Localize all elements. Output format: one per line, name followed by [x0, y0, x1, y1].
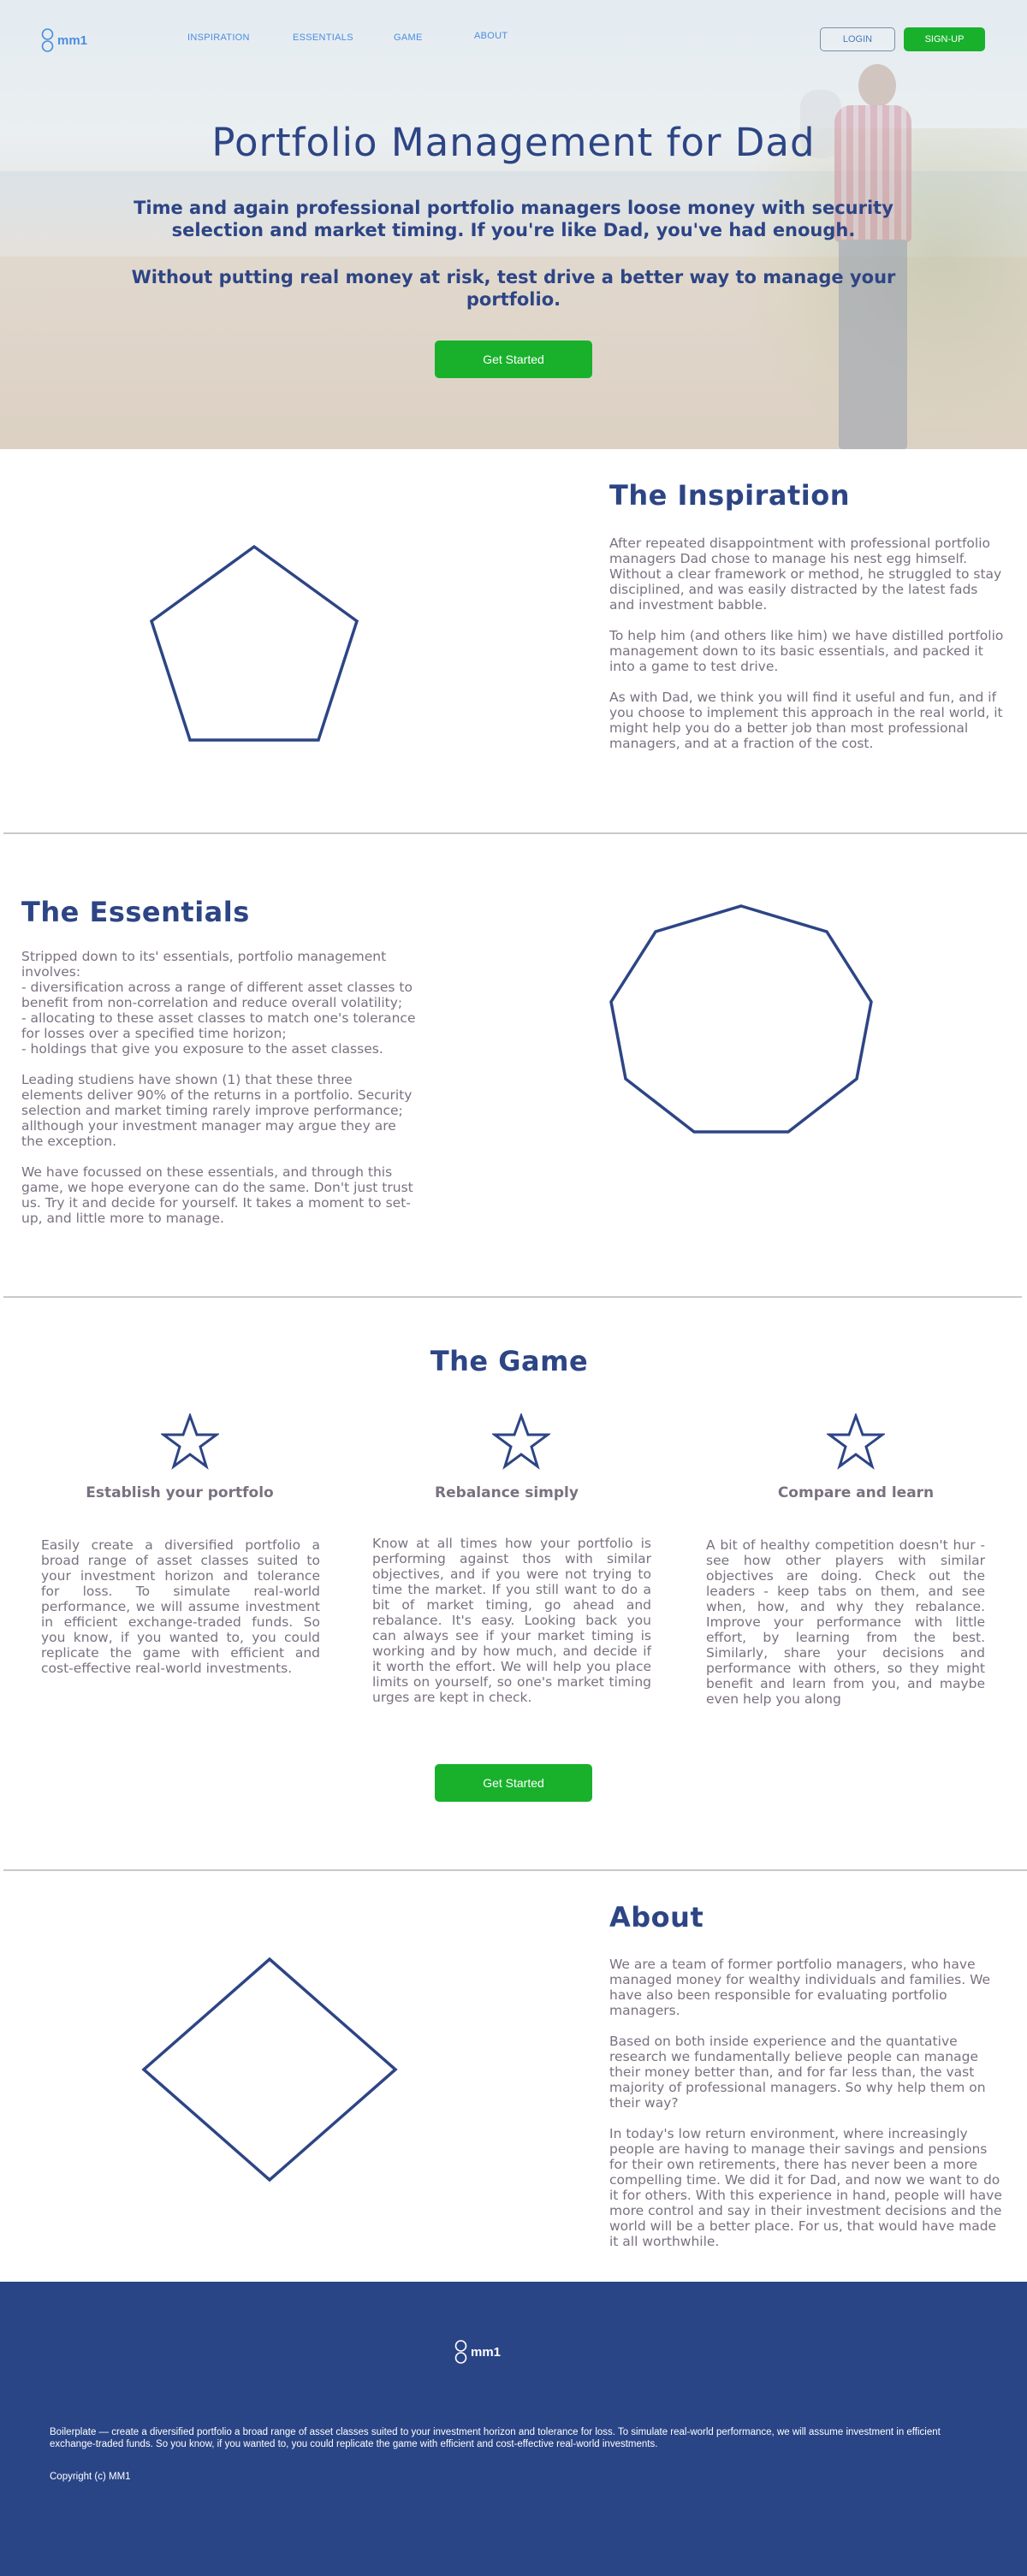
essentials-text: Stripped down to its' essentials, portfo…: [21, 949, 417, 1226]
signup-button[interactable]: SIGN-UP: [904, 27, 985, 51]
footer-copyright: Copyright (c) MM1: [50, 2472, 131, 2482]
feature-text: Know at all times how your portfolio is …: [372, 1536, 651, 1705]
feature-title: Rebalance simply: [435, 1484, 579, 1501]
hero-subtitle-2: Without putting real money at risk, test…: [131, 267, 896, 310]
top-nav: mm1 INSPIRATION ESSENTIALS GAME ABOUT LO…: [0, 0, 1027, 77]
star-icon: [161, 1413, 219, 1470]
nav-link-about[interactable]: ABOUT: [474, 31, 508, 41]
logo-text: mm1: [471, 2344, 502, 2360]
nonagon-icon: [609, 904, 873, 1134]
essentials-intro: Stripped down to its' essentials, portfo…: [21, 949, 417, 1057]
about-section: About We are a team of former portfolio …: [0, 1871, 1027, 2282]
essentials-intro-line: - holdings that give you exposure to the…: [21, 1041, 383, 1057]
inspiration-title: The Inspiration: [609, 479, 850, 512]
nav-link-game[interactable]: GAME: [394, 33, 423, 43]
about-title: About: [609, 1901, 704, 1933]
inspiration-paragraph: As with Dad, we think you will find it u…: [609, 690, 1003, 751]
inspiration-paragraph: After repeated disappointment with profe…: [609, 536, 1002, 613]
essentials-intro-line: Stripped down to its' essentials, portfo…: [21, 949, 387, 980]
hero-title: Portfolio Management for Dad: [211, 120, 816, 165]
about-paragraph: Based on both inside experience and the …: [609, 2034, 986, 2111]
person-icon: [40, 27, 55, 53]
inspiration-text: After repeated disappointment with profe…: [609, 536, 1005, 751]
essentials-intro-line: - diversification across a range of diff…: [21, 980, 413, 1010]
essentials-section: The Essentials Stripped down to its' ess…: [0, 834, 1027, 1298]
nav-link-inspiration[interactable]: INSPIRATION: [187, 33, 250, 43]
logo[interactable]: mm1: [40, 27, 87, 53]
essentials-paragraph: We have focussed on these essentials, an…: [21, 1164, 413, 1226]
feature-text: A bit of healthy competition doesn't hur…: [706, 1537, 985, 1707]
inspiration-paragraph: To help him (and others like him) we hav…: [609, 628, 1004, 674]
feature-title: Establish your portfolo: [86, 1484, 274, 1501]
essentials-paragraph: Leading studiens have shown (1) that the…: [21, 1072, 413, 1149]
game-title: The Game: [430, 1345, 589, 1377]
inspiration-section: The Inspiration After repeated disappoin…: [0, 449, 1027, 834]
hero-section: mm1 INSPIRATION ESSENTIALS GAME ABOUT LO…: [0, 0, 1027, 449]
nav-link-essentials[interactable]: ESSENTIALS: [293, 33, 353, 43]
star-icon: [492, 1413, 550, 1470]
feature-title: Compare and learn: [777, 1484, 935, 1501]
game-section: The Game Establish your portfolo Rebalan…: [0, 1298, 1027, 1871]
footer-logo[interactable]: mm1: [454, 2339, 501, 2365]
about-text: We are a team of former portfolio manage…: [609, 1957, 1005, 2249]
feature-text: Easily create a diversified portfolio a …: [41, 1537, 320, 1676]
essentials-intro-line: - allocating to these asset classes to m…: [21, 1010, 416, 1041]
footer-boilerplate: Boilerplate — create a diversified portf…: [50, 2427, 941, 2449]
hero-subtitle-1: Time and again professional portfolio ma…: [134, 198, 893, 240]
get-started-button[interactable]: Get Started: [435, 1764, 592, 1802]
footer: mm1 Boilerplate — create a diversified p…: [0, 2282, 1027, 2576]
pentagon-icon: [149, 544, 359, 742]
star-icon: [827, 1413, 885, 1470]
logo-text: mm1: [57, 33, 88, 48]
about-paragraph: We are a team of former portfolio manage…: [609, 1957, 991, 2018]
diamond-icon: [141, 1957, 398, 2182]
login-button[interactable]: LOGIN: [820, 27, 895, 51]
essentials-title: The Essentials: [21, 896, 250, 928]
get-started-button[interactable]: Get Started: [435, 341, 592, 378]
about-paragraph: In today's low return environment, where…: [609, 2126, 1002, 2249]
person-icon: [454, 2339, 468, 2365]
